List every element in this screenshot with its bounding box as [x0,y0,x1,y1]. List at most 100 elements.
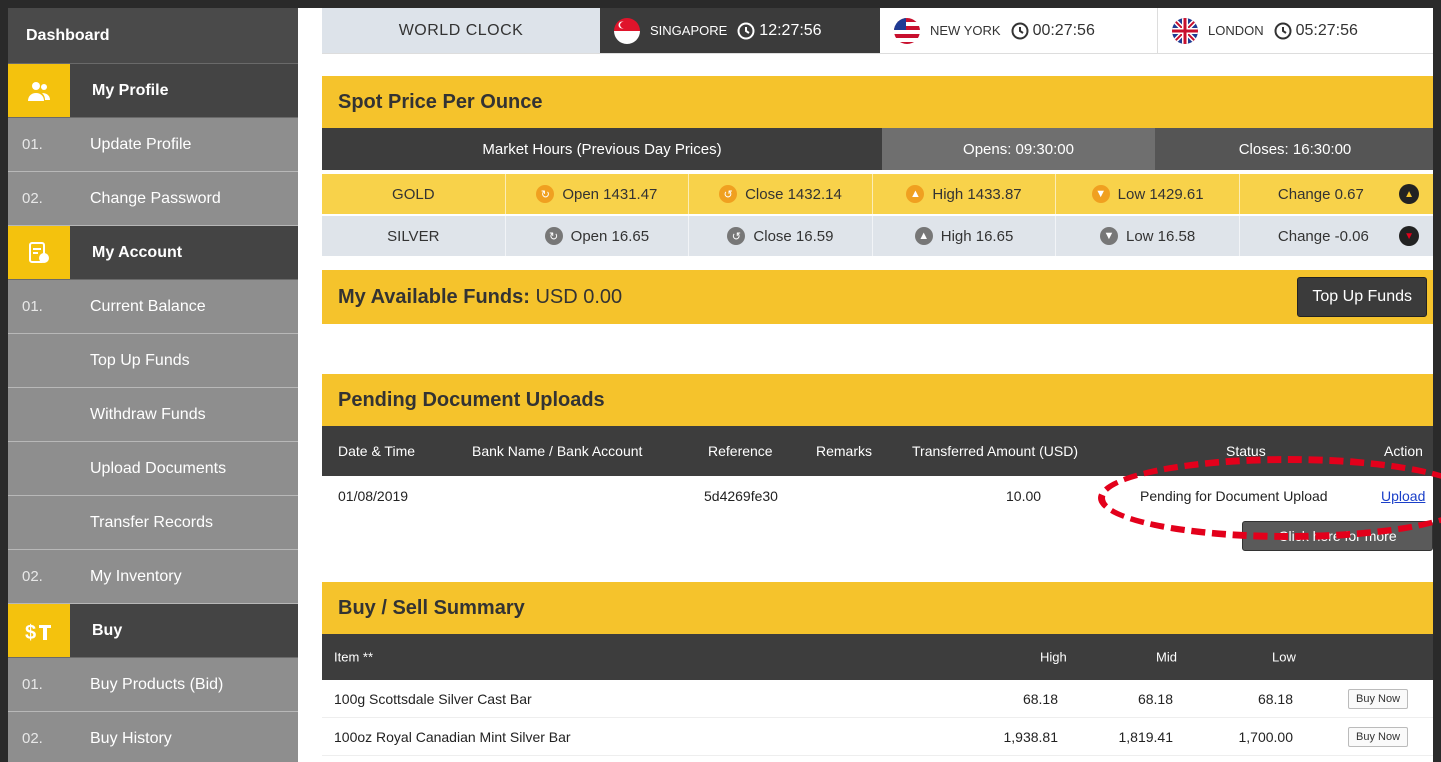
sidebar-item-number: 02. [22,568,43,585]
open-value: Open 1431.47 [562,185,658,203]
clock-new-york: NEW YORK 00:27:56 [880,8,1158,53]
buy-sell-table-header: Item ** High Mid Low [322,634,1433,680]
sidebar-item-label: My Inventory [90,567,182,585]
change-value: Change -0.06 [1277,227,1369,245]
close-value: Close 1432.14 [745,185,842,203]
click-here-for-more-button[interactable]: Click here for more [1242,521,1433,551]
sidebar-section-label: My Account [92,243,183,261]
col-high: High [1040,649,1067,665]
close-icon: ↺ [727,227,746,245]
sidebar-section-buy[interactable]: $ Buy [8,604,298,658]
sidebar-section-my-profile[interactable]: My Profile [8,64,298,118]
sidebar-item-number: 01. [22,136,43,153]
high-price: ▲ High 16.65 [873,216,1057,256]
sidebar-item-withdraw-funds[interactable]: Withdraw Funds [8,388,298,442]
sidebar-item-label: Buy Products (Bid) [90,675,224,693]
pending-uploads-title: Pending Document Uploads [322,374,1433,426]
clock-icon [737,22,755,39]
sidebar-item-number: 02. [22,730,43,747]
sidebar-item-label: Top Up Funds [90,351,190,369]
user-group-icon [8,64,70,117]
sidebar-item-current-balance[interactable]: 01. Current Balance [8,280,298,334]
row-high: 68.18 [1022,690,1058,707]
sidebar-section-label: My Profile [92,81,169,99]
sidebar-item-label: Withdraw Funds [90,405,206,423]
main-content: WORLD CLOCK SINGAPORE 12:27:56 NEW YORK … [298,8,1441,762]
close-icon: ↺ [719,185,738,203]
sidebar-item-top-up-funds[interactable]: Top Up Funds [8,334,298,388]
open-value: Open 16.65 [570,227,650,245]
col-remarks: Remarks [816,443,873,459]
sidebar-item-label: Update Profile [90,135,192,153]
sidebar-item-number: 02. [22,190,43,207]
sidebar-item-upload-documents[interactable]: Upload Documents [8,442,298,496]
col-action: Action [1384,443,1423,459]
table-row: 100g Scottsdale Silver Cast Bar 68.18 68… [322,680,1433,718]
city-time: 00:27:56 [1011,22,1095,40]
sidebar-item-label: Current Balance [90,297,206,315]
city-name: LONDON [1208,23,1264,38]
col-date-time: Date & Time [338,443,416,459]
market-closes: Closes: 16:30:00 [1157,128,1433,170]
low-price: ▼ Low 1429.61 [1056,174,1240,214]
city-time-value: 05:27:56 [1295,21,1358,39]
city-name: NEW YORK [930,23,1001,38]
change-value-cell: Change -0.06 ▼ [1240,216,1433,256]
change-value-cell: Change 0.67 ▲ [1240,174,1433,214]
sidebar-item-transfer-records[interactable]: Transfer Records [8,496,298,550]
sidebar: Dashboard My Profile 01. Update Profile … [8,8,298,762]
dollar-bar-icon: $ [8,604,70,657]
upload-link[interactable]: Upload [1381,488,1425,504]
col-low: Low [1272,649,1296,665]
row-high: 1,938.81 [1003,728,1059,745]
sidebar-dashboard[interactable]: Dashboard [8,8,298,64]
change-value: Change 0.67 [1277,185,1364,203]
available-funds-bar: My Available Funds: USD 0.00 Top Up Fund… [322,270,1433,324]
arrow-up-icon: ▲ [906,185,925,203]
world-clock-title: WORLD CLOCK [322,8,600,53]
available-funds-value: USD 0.00 [535,285,623,308]
col-bank: Bank Name / Bank Account [472,443,643,459]
open-icon: ↻ [544,227,563,245]
usa-flag-icon [894,17,920,44]
spot-price-title: Spot Price Per Ounce [322,76,1433,128]
pending-table-header: Date & Time Bank Name / Bank Account Ref… [322,426,1433,476]
open-icon: ↻ [536,185,555,203]
change-up-icon: ▲ [1399,184,1420,204]
top-up-funds-button[interactable]: Top Up Funds [1297,277,1427,317]
city-time: 05:27:56 [1274,22,1358,40]
col-mid: Mid [1156,649,1177,665]
low-value: Low 1429.61 [1117,185,1204,203]
arrow-down-icon: ▼ [1091,185,1110,203]
table-row: 01/08/2019 5d4269fe30 10.00 Pending for … [322,476,1433,516]
sidebar-item-buy-history[interactable]: 02. Buy History [8,712,298,762]
buy-now-button[interactable]: Buy Now [1348,688,1409,709]
clock-singapore: SINGAPORE 12:27:56 [600,8,880,53]
close-price: ↺ Close 16.59 [689,216,873,256]
market-hours-row: Market Hours (Previous Day Prices) Opens… [322,128,1433,170]
sidebar-item-my-inventory[interactable]: 02. My Inventory [8,550,298,604]
open-price: ↻ Open 16.65 [506,216,690,256]
sidebar-item-change-password[interactable]: 02. Change Password [8,172,298,226]
sidebar-item-buy-products[interactable]: 01. Buy Products (Bid) [8,658,298,712]
sidebar-item-update-profile[interactable]: 01. Update Profile [8,118,298,172]
buy-sell-title: Buy / Sell Summary [322,582,1433,634]
city-time-value: 12:27:56 [759,21,822,39]
low-price: ▼ Low 16.58 [1056,216,1240,256]
col-status: Status [1226,443,1266,459]
col-reference: Reference [708,443,773,459]
sidebar-section-my-account[interactable]: My Account [8,226,298,280]
open-price: ↻ Open 1431.47 [506,174,690,214]
sidebar-item-label: Change Password [90,189,221,207]
change-down-icon: ▼ [1399,226,1420,246]
high-price: ▲ High 1433.87 [873,174,1057,214]
table-row: 100oz Royal Canadian Mint Silver Bar 1,9… [322,718,1433,756]
available-funds: My Available Funds: USD 0.00 [338,286,622,309]
silver-price-row: SILVER ↻ Open 16.65 ↺ Close 16.59 ▲ High 16… [322,216,1433,256]
col-item: Item ** [334,649,374,665]
low-value: Low 16.58 [1125,227,1196,245]
clock-icon [1274,22,1292,39]
row-item: 100g Scottsdale Silver Cast Bar [334,690,532,707]
buy-now-button[interactable]: Buy Now [1348,726,1409,747]
row-mid: 1,819.41 [1118,728,1174,745]
